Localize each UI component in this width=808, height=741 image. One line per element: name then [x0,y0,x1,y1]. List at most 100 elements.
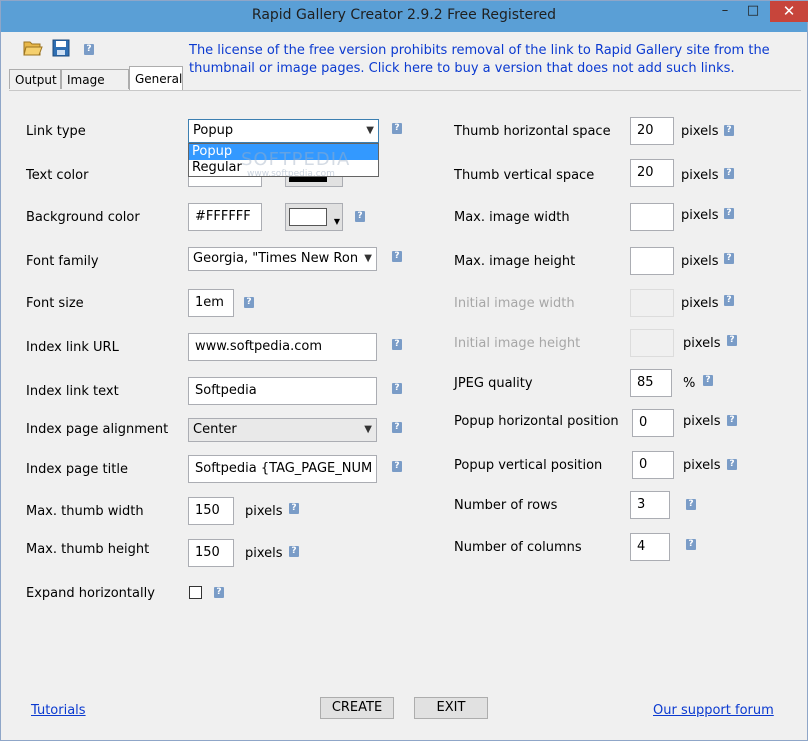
tab-image-files[interactable]: Image files [61,69,129,107]
background-color-input[interactable]: #FFFFFF [188,203,262,231]
create-button[interactable]: CREATE [320,697,394,719]
tab-output[interactable]: Output [9,69,61,89]
initial-image-width-label: Initial image width [454,296,575,311]
number-of-rows-input[interactable]: 3 [630,491,670,519]
max-thumb-height-input[interactable]: 150 [188,539,234,567]
tab-general[interactable]: General [129,66,183,90]
popup-h-position-input[interactable]: 0 [632,409,674,437]
font-size-label: Font size [26,296,84,311]
max-image-width-help-icon[interactable]: ? [724,208,734,219]
jpeg-quality-label: JPEG quality [454,376,533,391]
initial-image-height-unit: pixels [683,336,721,351]
popup-h-position-help-icon[interactable]: ? [727,415,737,426]
background-color-label: Background color [26,210,140,225]
help-icon[interactable]: ? [84,44,94,55]
title-bar: Rapid Gallery Creator 2.9.2 Free Registe… [1,1,808,32]
index-link-text-input[interactable]: Softpedia [188,377,377,405]
initial-image-width-unit: pixels [681,296,719,311]
index-page-alignment-label: Index page alignment [26,422,169,437]
max-thumb-height-help-icon[interactable]: ? [289,546,299,557]
link-type-select[interactable]: Popup ▼ [188,119,379,143]
font-family-select[interactable]: Georgia, "Times New Ron ▼ [188,247,377,271]
link-type-value: Popup [193,123,234,138]
folder-open-icon[interactable] [23,39,43,57]
window-title: Rapid Gallery Creator 2.9.2 Free Registe… [251,7,557,23]
save-disk-icon[interactable] [52,39,70,57]
popup-v-position-help-icon[interactable]: ? [727,459,737,470]
index-page-alignment-value: Center [193,422,237,437]
thumb-v-space-label: Thumb vertical space [454,168,595,183]
maximize-button[interactable]: □ [740,1,766,22]
thumb-h-space-input[interactable]: 20 [630,117,674,145]
text-color-label: Text color [26,168,89,183]
background-color-help-icon[interactable]: ? [355,211,365,222]
max-image-height-input[interactable] [630,247,674,275]
jpeg-quality-input[interactable]: 85 [630,369,672,397]
close-button[interactable]: ✕ [770,1,808,22]
license-notice-link[interactable]: The license of the free version prohibit… [189,42,789,78]
initial-image-height-input[interactable] [630,329,674,357]
font-family-label: Font family [26,254,99,269]
index-page-alignment-select[interactable]: Center ▼ [188,418,377,442]
jpeg-quality-help-icon[interactable]: ? [703,375,713,386]
index-link-url-help-icon[interactable]: ? [392,339,402,350]
index-link-text-help-icon[interactable]: ? [392,383,402,394]
max-image-width-unit: pixels [681,208,719,223]
font-size-help-icon[interactable]: ? [244,297,254,308]
max-image-height-unit: pixels [681,254,719,269]
minimize-button[interactable]: – [712,1,738,22]
font-size-input[interactable]: 1em [188,289,234,317]
initial-image-width-help-icon[interactable]: ? [724,295,734,306]
exit-button[interactable]: EXIT [414,697,488,719]
jpeg-quality-unit: % [683,376,696,391]
initial-image-width-input[interactable] [630,289,674,317]
expand-horizontally-checkbox[interactable] [189,586,202,599]
support-forum-link[interactable]: Our support forum [653,703,774,718]
number-of-rows-label: Number of rows [454,498,558,513]
chevron-down-icon: ▼ [333,217,340,226]
max-thumb-width-unit: pixels [245,504,283,519]
link-type-label: Link type [26,124,86,139]
thumb-v-space-help-icon[interactable]: ? [724,168,734,179]
number-of-columns-help-icon[interactable]: ? [686,539,696,550]
max-thumb-width-input[interactable]: 150 [188,497,234,525]
font-family-help-icon[interactable]: ? [392,251,402,262]
max-thumb-width-label: Max. thumb width [26,504,144,519]
popup-v-position-input[interactable]: 0 [632,451,674,479]
expand-horizontally-help-icon[interactable]: ? [214,587,224,598]
popup-v-position-label: Popup vertical position [454,458,603,473]
dropdown-option-regular[interactable]: Regular [189,160,378,176]
general-panel [9,90,801,731]
index-link-text-label: Index link text [26,384,119,399]
thumb-v-space-input[interactable]: 20 [630,159,674,187]
link-type-dropdown-list: Popup Regular [188,143,379,177]
chevron-down-icon: ▼ [364,424,372,435]
background-color-picker[interactable]: ▼ [285,203,343,231]
thumb-h-space-label: Thumb horizontal space [454,124,611,139]
popup-h-position-unit: pixels [683,414,721,429]
thumb-h-space-help-icon[interactable]: ? [724,125,734,136]
dropdown-option-popup[interactable]: Popup [189,144,378,160]
link-type-help-icon[interactable]: ? [392,123,402,134]
max-thumb-width-help-icon[interactable]: ? [289,503,299,514]
number-of-rows-help-icon[interactable]: ? [686,499,696,510]
thumb-h-space-unit: pixels [681,124,719,139]
max-image-width-input[interactable] [630,203,674,231]
index-page-title-label: Index page title [26,462,128,477]
index-link-url-input[interactable]: www.softpedia.com [188,333,377,361]
initial-image-height-help-icon[interactable]: ? [727,335,737,346]
max-image-height-help-icon[interactable]: ? [724,253,734,264]
chevron-down-icon: ▼ [364,253,372,264]
index-page-title-input[interactable]: Softpedia {TAG_PAGE_NUM [188,455,377,483]
index-page-title-help-icon[interactable]: ? [392,461,402,472]
number-of-columns-label: Number of columns [454,540,582,555]
max-image-height-label: Max. image height [454,254,576,269]
background-color-swatch [289,208,327,226]
app-window: Rapid Gallery Creator 2.9.2 Free Registe… [0,0,808,741]
index-link-url-label: Index link URL [26,340,119,355]
thumb-v-space-unit: pixels [681,168,719,183]
max-image-width-label: Max. image width [454,210,570,225]
index-page-alignment-help-icon[interactable]: ? [392,422,402,433]
tutorials-link[interactable]: Tutorials [31,703,86,718]
number-of-columns-input[interactable]: 4 [630,533,670,561]
